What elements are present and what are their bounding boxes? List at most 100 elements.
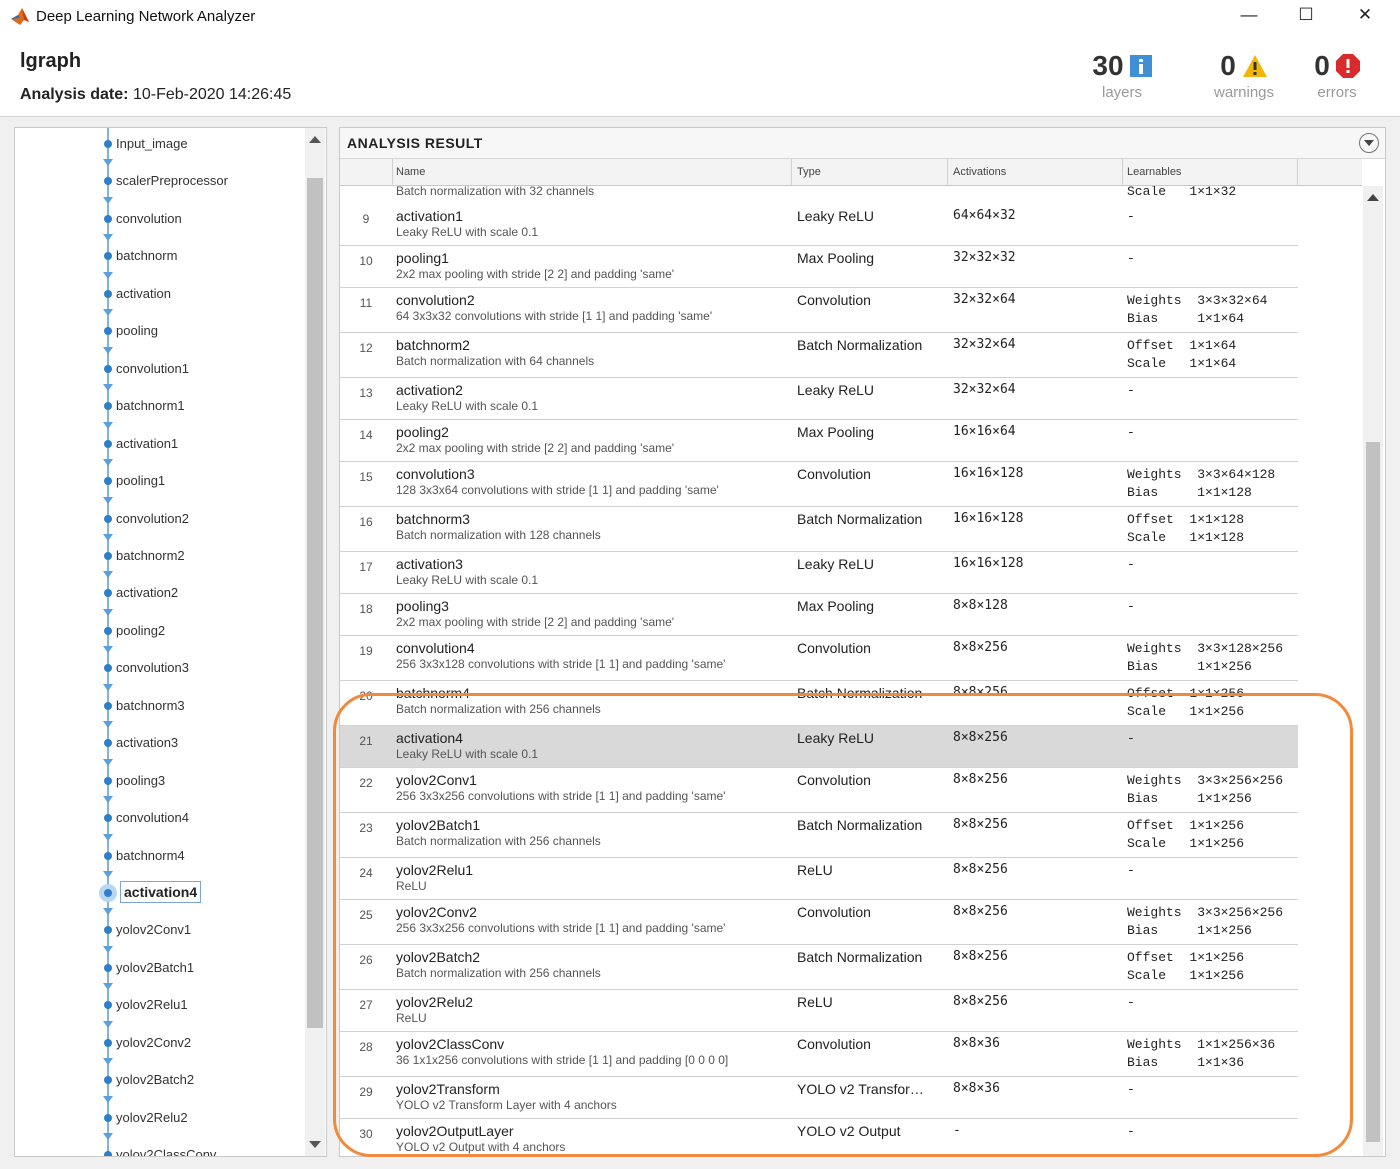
graph-node-label: convolution4 xyxy=(116,810,189,825)
layer-description: 2x2 max pooling with stride [2 2] and pa… xyxy=(396,441,675,455)
table-scroll-thumb[interactable] xyxy=(1366,442,1380,1142)
layer-type: Convolution xyxy=(797,1036,871,1052)
layer-activations: 8×8×256 xyxy=(953,949,1008,964)
graph-node-label: batchnorm3 xyxy=(116,698,185,713)
graph-node-batchnorm[interactable]: batchnorm xyxy=(15,234,295,266)
table-row[interactable]: 19 convolution4 256 3x3x128 convolutions w… xyxy=(340,636,1298,681)
layer-activations: 8×8×128 xyxy=(953,598,1008,613)
layer-type: Max Pooling xyxy=(797,250,875,266)
graph-node-yolov2Conv1[interactable]: yolov2Conv1 xyxy=(15,908,295,940)
layer-name: activation3 xyxy=(396,556,463,572)
layer-name: pooling2 xyxy=(396,424,449,440)
column-header-activations[interactable]: Activations xyxy=(953,166,1006,178)
table-scrollbar[interactable] xyxy=(1363,186,1383,1156)
column-header-name[interactable]: Name xyxy=(396,166,425,178)
graph-arrow-icon xyxy=(103,684,113,691)
table-row[interactable]: 20 batchnorm4 Batch normalization with 256… xyxy=(340,681,1298,726)
table-row[interactable]: 22 yolov2Conv1 256 3x3x256 convolutions wi… xyxy=(340,768,1298,813)
table-row[interactable]: 15 convolution3 128 3x3x64 convolutions wi… xyxy=(340,462,1298,507)
table-row[interactable]: 24 yolov2Relu1 ReLU ReLU 8×8×256- xyxy=(340,858,1298,900)
graph-scroll-thumb[interactable] xyxy=(307,178,323,1028)
column-header-learnables[interactable]: Learnables xyxy=(1127,166,1181,178)
layer-index: 25 xyxy=(359,908,373,922)
graph-node-yolov2Conv2[interactable]: yolov2Conv2 xyxy=(15,1021,295,1053)
graph-node-yolov2Batch1[interactable]: yolov2Batch1 xyxy=(15,946,295,978)
layer-activations: 16×16×128 xyxy=(953,466,1024,481)
scroll-up-arrow-icon[interactable] xyxy=(309,136,321,143)
graph-node-convolution3[interactable]: convolution3 xyxy=(15,646,295,678)
table-row[interactable]: 11 convolution2 64 3x3x32 convolutions wit… xyxy=(340,288,1298,333)
graph-node-yolov2ClassConv[interactable]: yolov2ClassConv xyxy=(15,1133,295,1156)
table-row[interactable]: 26 yolov2Batch2 Batch normalization with 2… xyxy=(340,945,1298,990)
table-row[interactable]: 18 pooling3 2x2 max pooling with stride [2… xyxy=(340,594,1298,636)
error-icon xyxy=(1335,54,1360,78)
layer-description: 64 3x3x32 convolutions with stride [1 1]… xyxy=(396,309,713,323)
layer-learnables: Offset 1×1×256 Scale 1×1×256 xyxy=(1127,818,1245,851)
graph-node-scalerPreprocessor[interactable]: scalerPreprocessor xyxy=(15,159,295,191)
graph-scrollbar[interactable] xyxy=(305,128,325,1156)
close-button[interactable]: ✕ xyxy=(1336,0,1394,32)
scroll-up-arrow-icon[interactable] xyxy=(1367,194,1379,201)
layer-learnables: Weights 3×3×64×128 Bias 1×1×128 xyxy=(1127,467,1276,500)
table-row[interactable]: 16 batchnorm3 Batch normalization with 128… xyxy=(340,507,1298,552)
table-row[interactable]: 21 activation4 Leaky ReLU with scale 0.1 Le… xyxy=(340,726,1298,768)
graph-node-dot-icon xyxy=(104,215,112,223)
graph-node-yolov2Relu2[interactable]: yolov2Relu2 xyxy=(15,1096,295,1128)
collapse-chevron-icon[interactable] xyxy=(1359,133,1379,153)
table-row[interactable]: 28 yolov2ClassConv 36 1x1x256 convolutions… xyxy=(340,1032,1298,1077)
graph-node-pooling3[interactable]: pooling3 xyxy=(15,759,295,791)
column-header-type[interactable]: Type xyxy=(797,166,821,178)
layer-learnables: - xyxy=(1127,209,1135,224)
maximize-button[interactable]: ☐ xyxy=(1277,0,1335,32)
graph-node-activation4[interactable]: activation4 xyxy=(15,871,295,903)
errors-stat: 0 errors xyxy=(1306,50,1368,101)
graph-arrow-icon xyxy=(103,234,113,241)
table-row[interactable]: 10 pooling1 2x2 max pooling with stride [2… xyxy=(340,246,1298,288)
table-row[interactable]: 23 yolov2Batch1 Batch normalization with 2… xyxy=(340,813,1298,858)
graph-node-batchnorm1[interactable]: batchnorm1 xyxy=(15,384,295,416)
graph-node-activation[interactable]: activation xyxy=(15,272,295,304)
table-row[interactable]: 9 activation1 Leaky ReLU with scale 0.1 Lea… xyxy=(340,204,1298,246)
layer-type: Convolution xyxy=(797,292,871,308)
table-row[interactable]: 13 activation2 Leaky ReLU with scale 0.1 Le… xyxy=(340,378,1298,420)
layer-name: pooling1 xyxy=(396,250,449,266)
graph-node-dot-icon xyxy=(104,1001,112,1009)
scroll-down-arrow-icon[interactable] xyxy=(309,1141,321,1148)
graph-node-convolution2[interactable]: convolution2 xyxy=(15,497,295,529)
layer-description: YOLO v2 Transform Layer with 4 anchors xyxy=(396,1098,617,1112)
layers-count: 30 xyxy=(1092,50,1124,81)
table-row[interactable]: 14 pooling2 2x2 max pooling with stride [2… xyxy=(340,420,1298,462)
graph-node-convolution[interactable]: convolution xyxy=(15,197,295,229)
minimize-button[interactable]: — xyxy=(1220,0,1278,32)
graph-node-activation2[interactable]: activation2 xyxy=(15,571,295,603)
graph-node-activation3[interactable]: activation3 xyxy=(15,721,295,753)
graph-node-label: batchnorm4 xyxy=(116,848,185,863)
layer-index: 10 xyxy=(359,254,373,268)
graph-node-Input_image[interactable]: Input_image xyxy=(15,134,295,154)
table-row[interactable]: 27 yolov2Relu2 ReLU ReLU 8×8×256- xyxy=(340,990,1298,1032)
graph-node-pooling[interactable]: pooling xyxy=(15,309,295,341)
graph-node-activation1[interactable]: activation1 xyxy=(15,422,295,454)
graph-node-yolov2Batch2[interactable]: yolov2Batch2 xyxy=(15,1058,295,1090)
graph-node-label: pooling2 xyxy=(116,623,166,638)
network-graph-panel[interactable]: Input_image scalerPreprocessor convolution… xyxy=(14,127,327,1157)
graph-node-pooling1[interactable]: pooling1 xyxy=(15,459,295,491)
graph-node-dot-icon xyxy=(104,627,112,635)
graph-node-convolution4[interactable]: convolution4 xyxy=(15,796,295,828)
layer-name: convolution2 xyxy=(396,292,475,308)
graph-node-pooling2[interactable]: pooling2 xyxy=(15,609,295,641)
table-row[interactable]: 29 yolov2Transform YOLO v2 Transform Layer… xyxy=(340,1077,1298,1119)
table-row[interactable]: 12 batchnorm2 Batch normalization with 64 … xyxy=(340,333,1298,378)
graph-node-batchnorm3[interactable]: batchnorm3 xyxy=(15,684,295,716)
graph-node-yolov2Relu1[interactable]: yolov2Relu1 xyxy=(15,983,295,1015)
graph-node-batchnorm2[interactable]: batchnorm2 xyxy=(15,534,295,566)
table-row[interactable]: 17 activation3 Leaky ReLU with scale 0.1 Le… xyxy=(340,552,1298,594)
table-row[interactable]: 25 yolov2Conv2 256 3x3x256 convolutions wi… xyxy=(340,900,1298,945)
graph-node-batchnorm4[interactable]: batchnorm4 xyxy=(15,834,295,866)
table-row-partial[interactable]: Batch normalization with 32 channels Sca… xyxy=(340,186,1298,205)
graph-node-dot-icon xyxy=(104,1076,112,1084)
graph-node-convolution1[interactable]: convolution1 xyxy=(15,347,295,379)
layer-learnables: - xyxy=(1127,557,1135,572)
table-row[interactable]: 30 yolov2OutputLayer YOLO v2 Output with 4… xyxy=(340,1119,1298,1156)
graph-node-label: convolution3 xyxy=(116,660,189,675)
